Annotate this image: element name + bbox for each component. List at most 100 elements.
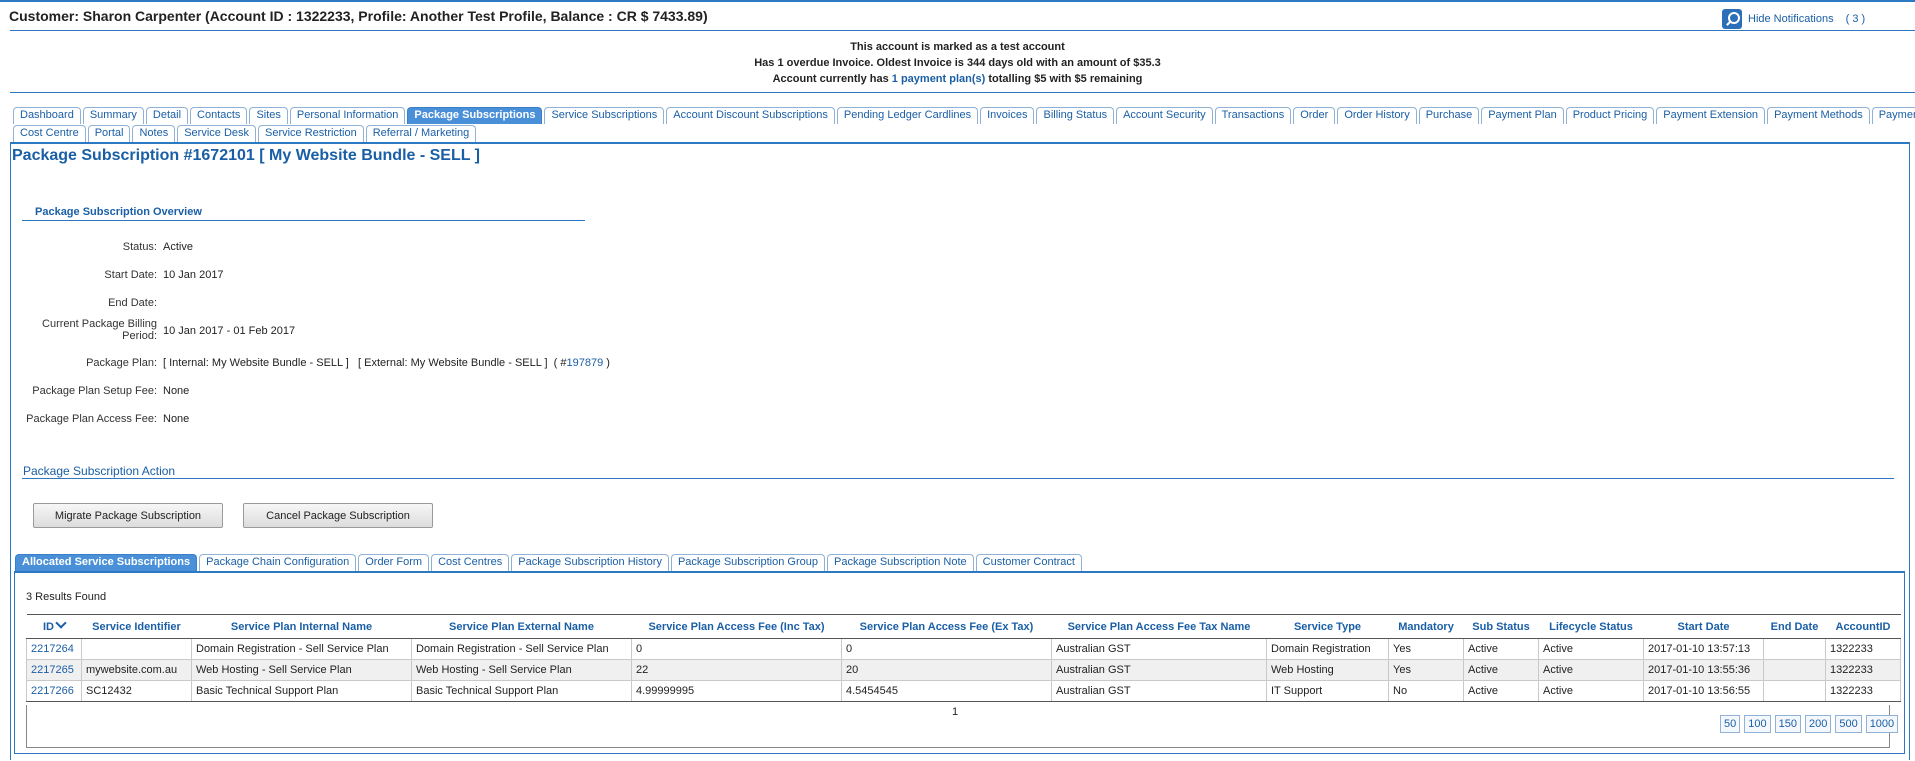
tab-payment-methods[interactable]: Payment Methods — [1767, 107, 1870, 124]
current-page[interactable]: 1 — [952, 706, 958, 718]
table-cell-end-date — [1763, 659, 1826, 681]
tab-summary[interactable]: Summary — [82, 107, 144, 124]
action-divider — [22, 478, 1894, 479]
customer-title: Customer: Sharon Carpenter (Account ID :… — [9, 8, 708, 24]
sub-tab-cost-centres[interactable]: Cost Centres — [431, 554, 510, 571]
tab-payment-extension[interactable]: Payment Extension — [1656, 107, 1766, 124]
cancel-package-button[interactable]: Cancel Package Subscription — [243, 503, 433, 528]
tab-payments[interactable]: Payments — [1871, 107, 1915, 124]
table-cell-service-plan-external-name: Basic Technical Support Plan — [411, 680, 632, 702]
tab-order-history[interactable]: Order History — [1337, 107, 1417, 124]
tab-contacts[interactable]: Contacts — [190, 107, 248, 124]
sub-tab-order-form[interactable]: Order Form — [358, 554, 430, 571]
table-cell-sub-status: Active — [1463, 659, 1539, 681]
hide-notifications-link[interactable]: Hide Notifications ( 3 ) — [1722, 9, 1865, 29]
column-header-label: AccountID — [1835, 620, 1891, 633]
table-cell-lifecycle-status: Active — [1538, 680, 1644, 702]
column-header-sub-status[interactable]: Sub Status — [1463, 614, 1539, 639]
table-header-row: ID Service Identifier Service Plan Interna… — [26, 614, 1901, 639]
table-cell-service-plan-external-name: Domain Registration - Sell Service Plan — [411, 638, 632, 660]
overview-section-title: Package Subscription Overview — [35, 206, 202, 218]
tab-cost-centre[interactable]: Cost Centre — [13, 125, 86, 142]
table-cell-mandatory: Yes — [1388, 638, 1464, 660]
start-date-label: Start Date: — [104, 269, 157, 281]
hide-notifications-label: Hide Notifications — [1748, 13, 1834, 25]
column-header-label: End Date — [1770, 620, 1819, 633]
sub-tab-package-chain-configuration[interactable]: Package Chain Configuration — [199, 554, 357, 571]
tab-purchase[interactable]: Purchase — [1418, 107, 1480, 124]
tab-personal-information[interactable]: Personal Information — [289, 107, 406, 124]
column-header-accountid[interactable]: AccountID — [1825, 614, 1901, 639]
tab-dashboard[interactable]: Dashboard — [13, 107, 81, 124]
page-size-50[interactable]: 50 — [1720, 715, 1741, 733]
sub-tab-customer-contract[interactable]: Customer Contract — [975, 554, 1082, 571]
notifications-count: ( 3 ) — [1845, 13, 1866, 25]
column-header-label: Service Plan External Name — [449, 620, 594, 633]
column-header-service-type[interactable]: Service Type — [1266, 614, 1389, 639]
subscription-id-link[interactable]: 2217266 — [26, 680, 82, 702]
sub-tab-package-subscription-note[interactable]: Package Subscription Note — [826, 554, 974, 571]
column-header-service-identifier[interactable]: Service Identifier — [81, 614, 192, 639]
tab-referral-marketing[interactable]: Referral / Marketing — [365, 125, 477, 142]
sub-tab-package-subscription-group[interactable]: Package Subscription Group — [670, 554, 825, 571]
subscription-id-link[interactable]: 2217264 — [26, 638, 82, 660]
subscription-sub-tabs: Allocated Service Subscriptions Package C… — [15, 554, 1082, 571]
tab-invoices[interactable]: Invoices — [980, 107, 1035, 124]
payment-plan-link[interactable]: 1 payment plan(s) — [892, 73, 986, 85]
column-header-id[interactable]: ID — [26, 614, 82, 639]
column-header-label: Service Type — [1293, 620, 1362, 633]
column-header-mandatory[interactable]: Mandatory — [1388, 614, 1464, 639]
subscription-id-link[interactable]: 2217265 — [26, 659, 82, 681]
tab-sites[interactable]: Sites — [249, 107, 288, 124]
tab-service-restriction[interactable]: Service Restriction — [258, 125, 364, 142]
tab-portal[interactable]: Portal — [87, 125, 131, 142]
column-header-lifecycle-status[interactable]: Lifecycle Status — [1538, 614, 1644, 639]
page-size-1000[interactable]: 1000 — [1865, 715, 1899, 733]
tab-account-discount-subscriptions[interactable]: Account Discount Subscriptions — [666, 107, 835, 124]
package-plan-value: [ Internal: My Website Bundle - SELL ] [… — [163, 357, 610, 369]
sub-tab-package-subscription-history[interactable]: Package Subscription History — [511, 554, 669, 571]
sub-tab-allocated-service-subscriptions[interactable]: Allocated Service Subscriptions — [15, 554, 198, 571]
billing-period-label-line1: Current Package Billing — [42, 318, 157, 330]
notices-divider — [10, 92, 1915, 93]
table-cell-service-plan-internal-name: Web Hosting - Sell Service Plan — [191, 659, 412, 681]
setup-fee-label: Package Plan Setup Fee: — [32, 385, 157, 397]
column-header-service-plan-access-fee-inc-tax[interactable]: Service Plan Access Fee (Inc Tax) — [631, 614, 842, 639]
column-header-service-plan-external-name[interactable]: Service Plan External Name — [411, 614, 632, 639]
page-size-500[interactable]: 500 — [1835, 715, 1862, 733]
tab-transactions[interactable]: Transactions — [1214, 107, 1292, 124]
tab-account-security[interactable]: Account Security — [1116, 107, 1213, 124]
table-cell-service-plan-access-fee-tax-name: Australian GST — [1051, 638, 1267, 660]
page-size-200[interactable]: 200 — [1804, 715, 1832, 733]
column-header-service-plan-access-fee-tax-name[interactable]: Service Plan Access Fee Tax Name — [1051, 614, 1267, 639]
migrate-package-button[interactable]: Migrate Package Subscription — [33, 503, 223, 528]
column-header-start-date[interactable]: Start Date — [1643, 614, 1764, 639]
tab-order[interactable]: Order — [1293, 107, 1336, 124]
sort-descending-icon[interactable] — [55, 616, 67, 629]
access-fee-value: None — [163, 413, 190, 425]
table-cell-service-identifier: mywebsite.com.au — [81, 659, 192, 681]
tab-product-pricing[interactable]: Product Pricing — [1565, 107, 1655, 124]
tab-detail[interactable]: Detail — [145, 107, 189, 124]
page-size-150[interactable]: 150 — [1774, 715, 1801, 733]
tab-package-subscriptions[interactable]: Package Subscriptions — [407, 107, 543, 124]
allocated-services-table: ID Service Identifier Service Plan Interna… — [26, 614, 1901, 702]
tab-notes[interactable]: Notes — [132, 125, 176, 142]
package-plan-link[interactable]: 197879 — [567, 357, 604, 369]
page-size-100[interactable]: 100 — [1744, 715, 1771, 733]
table-cell-accountid: 1322233 — [1825, 680, 1901, 702]
table-cell-service-plan-access-fee-ex-tax: 4.5454545 — [841, 680, 1052, 702]
column-header-service-plan-access-fee-ex-tax[interactable]: Service Plan Access Fee (Ex Tax) — [841, 614, 1052, 639]
tab-service-desk[interactable]: Service Desk — [177, 125, 256, 142]
tab-service-subscriptions[interactable]: Service Subscriptions — [544, 107, 665, 124]
tab-billing-status[interactable]: Billing Status — [1036, 107, 1115, 124]
table-row: 2217264 Domain Registration - Sell Servic… — [26, 638, 1901, 660]
status-label: Status: — [122, 241, 157, 253]
status-value: Active — [163, 241, 193, 253]
column-header-end-date[interactable]: End Date — [1763, 614, 1826, 639]
column-header-service-plan-internal-name[interactable]: Service Plan Internal Name — [191, 614, 412, 639]
table-body: 2217264 Domain Registration - Sell Servic… — [26, 638, 1901, 702]
tab-pending-ledger-cardlines[interactable]: Pending Ledger Cardlines — [836, 107, 979, 124]
column-header-label: Service Plan Access Fee (Ex Tax) — [859, 620, 1034, 633]
tab-payment-plan[interactable]: Payment Plan — [1481, 107, 1564, 124]
